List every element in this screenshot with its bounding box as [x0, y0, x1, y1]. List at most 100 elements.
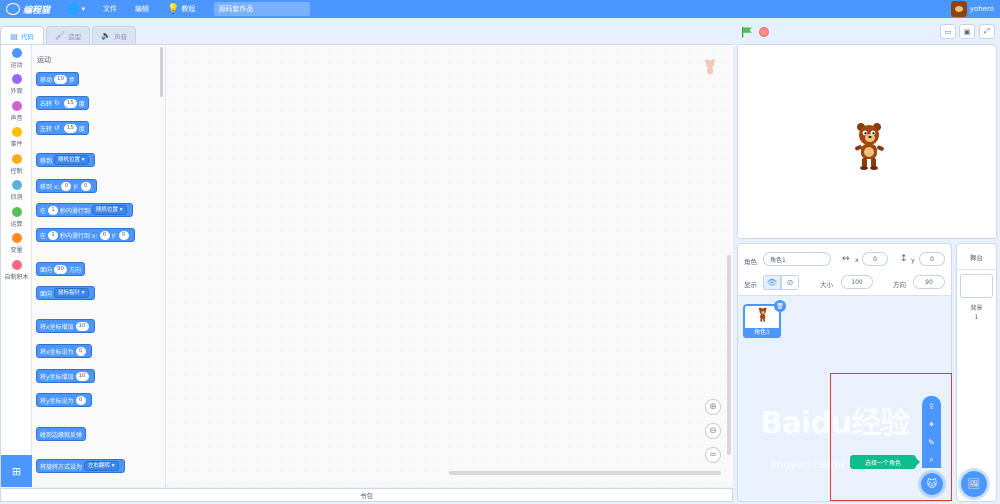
stop-button[interactable] [759, 27, 769, 37]
block-input[interactable]: 0 [61, 181, 72, 191]
category-sensing[interactable]: 侦测 [1, 178, 32, 205]
stage-header: ▭ ▣ ⤢ [737, 23, 997, 41]
block-input[interactable]: 1 [48, 205, 59, 215]
show-label: 显示 [744, 281, 757, 289]
script-workspace[interactable]: ⊕ ⊖ = [167, 45, 733, 487]
turn-left-block[interactable]: 左转 ↺ 15 度 [36, 121, 89, 135]
large-stage-icon: ▣ [963, 27, 971, 36]
tutorials-menu[interactable]: 💡 教程 [158, 0, 204, 18]
category-looks[interactable]: 外观 [1, 72, 32, 99]
point-towards-block[interactable]: 面向 鼠标指针 ▾ [36, 286, 95, 300]
show-visible-button[interactable]: 👁 [763, 275, 781, 290]
block-dropdown[interactable]: 随机位置 ▾ [92, 205, 127, 215]
logo[interactable]: 编程猫 [6, 3, 58, 16]
workspace-horizontal-scrollbar[interactable] [449, 471, 721, 475]
block-input[interactable]: 0 [99, 230, 110, 240]
zoom-out-button[interactable]: ⊖ [705, 423, 721, 439]
avatar [950, 1, 967, 17]
rotate-right-icon: ↻ [54, 99, 60, 107]
turn-right-block[interactable]: 右转 ↻ 15 度 [36, 96, 89, 110]
tab-code[interactable]: ▤ 代码 [0, 26, 44, 45]
backpack-label: 书包 [360, 492, 373, 500]
file-menu[interactable]: 文件 [94, 0, 126, 18]
block-input[interactable]: 15 [63, 123, 77, 133]
sprite-thumbnail[interactable]: 🗑 角色1 [743, 300, 786, 338]
x-input[interactable]: 0 [862, 252, 888, 266]
backdrop-count: 1 [974, 314, 979, 321]
large-stage-button[interactable]: ▣ [959, 24, 975, 39]
speaker-icon: 🔈 [101, 31, 111, 40]
move-steps-block[interactable]: 移动 10 步 [36, 72, 80, 86]
edit-menu[interactable]: 编辑 [126, 0, 158, 18]
block-dropdown[interactable]: 随机位置 ▾ [54, 155, 89, 165]
zoom-reset-button[interactable]: = [705, 447, 721, 463]
eye-slash-icon: ⊘ [786, 278, 794, 287]
add-extension-button[interactable]: ⊞ [1, 455, 32, 487]
sprite-name-input[interactable]: 角色1 [763, 252, 831, 266]
zoom-in-button[interactable]: ⊕ [705, 399, 721, 415]
y-input[interactable]: 0 [919, 252, 945, 266]
block-dropdown[interactable]: 左右翻转 ▾ [84, 461, 119, 471]
size-input[interactable]: 100 [841, 275, 873, 289]
category-variables[interactable]: 变量 [1, 231, 32, 258]
fullscreen-button[interactable]: ⤢ [979, 24, 995, 39]
category-motion[interactable]: 运动 [1, 45, 32, 72]
small-stage-button[interactable]: ▭ [940, 24, 956, 39]
goto-xy-block[interactable]: 移到 x: 0 y: 0 [36, 179, 97, 193]
horizontal-arrows-icon: ↔ [842, 254, 850, 264]
block-input[interactable]: 0 [80, 181, 91, 191]
backdrop-thumbnail[interactable] [960, 274, 993, 298]
stage-canvas[interactable] [737, 44, 997, 239]
block-input[interactable]: 0 [118, 230, 129, 240]
block-dropdown[interactable]: 鼠标指针 ▾ [54, 288, 89, 298]
tab-costumes[interactable]: 🖌 造型 [46, 26, 90, 44]
logo-mark-icon [6, 3, 20, 15]
category-events[interactable]: 事件 [1, 125, 32, 152]
set-x-block[interactable]: 将x坐标设为 0 [36, 344, 92, 358]
language-menu[interactable]: 🌐 ▾ [58, 0, 94, 18]
bear-sprite[interactable] [853, 121, 887, 171]
block-input[interactable]: 10 [75, 371, 89, 381]
block-input[interactable]: 10 [54, 74, 68, 84]
backpack-bar[interactable]: 书包 [0, 488, 733, 502]
green-flag-icon[interactable] [741, 26, 753, 38]
direction-input[interactable]: 90 [913, 275, 945, 289]
delete-sprite-button[interactable]: 🗑 [774, 300, 786, 312]
stage-selector[interactable]: 舞台 背景 1 [956, 243, 997, 502]
category-sound[interactable]: 声音 [1, 98, 32, 125]
change-y-block[interactable]: 将y坐标增加 10 [36, 369, 95, 383]
change-x-block[interactable]: 将x坐标增加 10 [36, 319, 95, 333]
glide-block[interactable]: 在 1 秒内滑行到 随机位置 ▾ [36, 203, 133, 217]
category-my-blocks[interactable]: 自制积木 [1, 257, 32, 284]
category-dot [11, 74, 22, 85]
category-menu: 运动 外观 声音 事件 控制 侦测 运算 变量 自制积木 ⊞ [1, 45, 32, 487]
block-input[interactable]: 0 [75, 346, 86, 356]
block-input[interactable]: 1 [48, 230, 59, 240]
globe-icon: 🌐 [67, 3, 80, 15]
rotation-style-block[interactable]: 将旋转方式设为 左右翻转 ▾ [36, 459, 125, 473]
y-label: y [911, 256, 915, 264]
glide-xy-block[interactable]: 在 1 秒内滑行到 x: 0 y: 0 [36, 228, 135, 242]
category-operators[interactable]: 运算 [1, 204, 32, 231]
editor-tabs: ▤ 代码 🖌 造型 🔈 声音 [0, 26, 138, 45]
palette-scrollbar[interactable] [160, 47, 163, 97]
small-stage-icon: ▭ [944, 27, 952, 36]
block-input[interactable]: 90 [54, 264, 68, 274]
block-input[interactable]: 15 [63, 98, 77, 108]
tab-sounds[interactable]: 🔈 声音 [92, 26, 136, 44]
add-backdrop-button[interactable]: 🖼 [961, 471, 987, 497]
bounce-block[interactable]: 碰到边缘就反弹 [36, 427, 87, 441]
goto-block[interactable]: 移到 随机位置 ▾ [36, 153, 95, 167]
point-direction-block[interactable]: 面向 90 方向 [36, 262, 86, 276]
set-y-block[interactable]: 将y坐标设为 0 [36, 393, 92, 407]
block-input[interactable]: 0 [75, 395, 86, 405]
category-control[interactable]: 控制 [1, 151, 32, 178]
show-hidden-button[interactable]: ⊘ [781, 275, 799, 290]
project-title-input[interactable]: 源码套作品 [214, 2, 311, 16]
trash-icon: 🗑 [776, 302, 784, 310]
user-menu[interactable]: yohero [950, 0, 994, 18]
file-menu-label: 文件 [102, 5, 117, 13]
block-input[interactable]: 10 [75, 321, 89, 331]
category-dot [11, 259, 22, 270]
workspace-vertical-scrollbar[interactable] [727, 255, 731, 455]
